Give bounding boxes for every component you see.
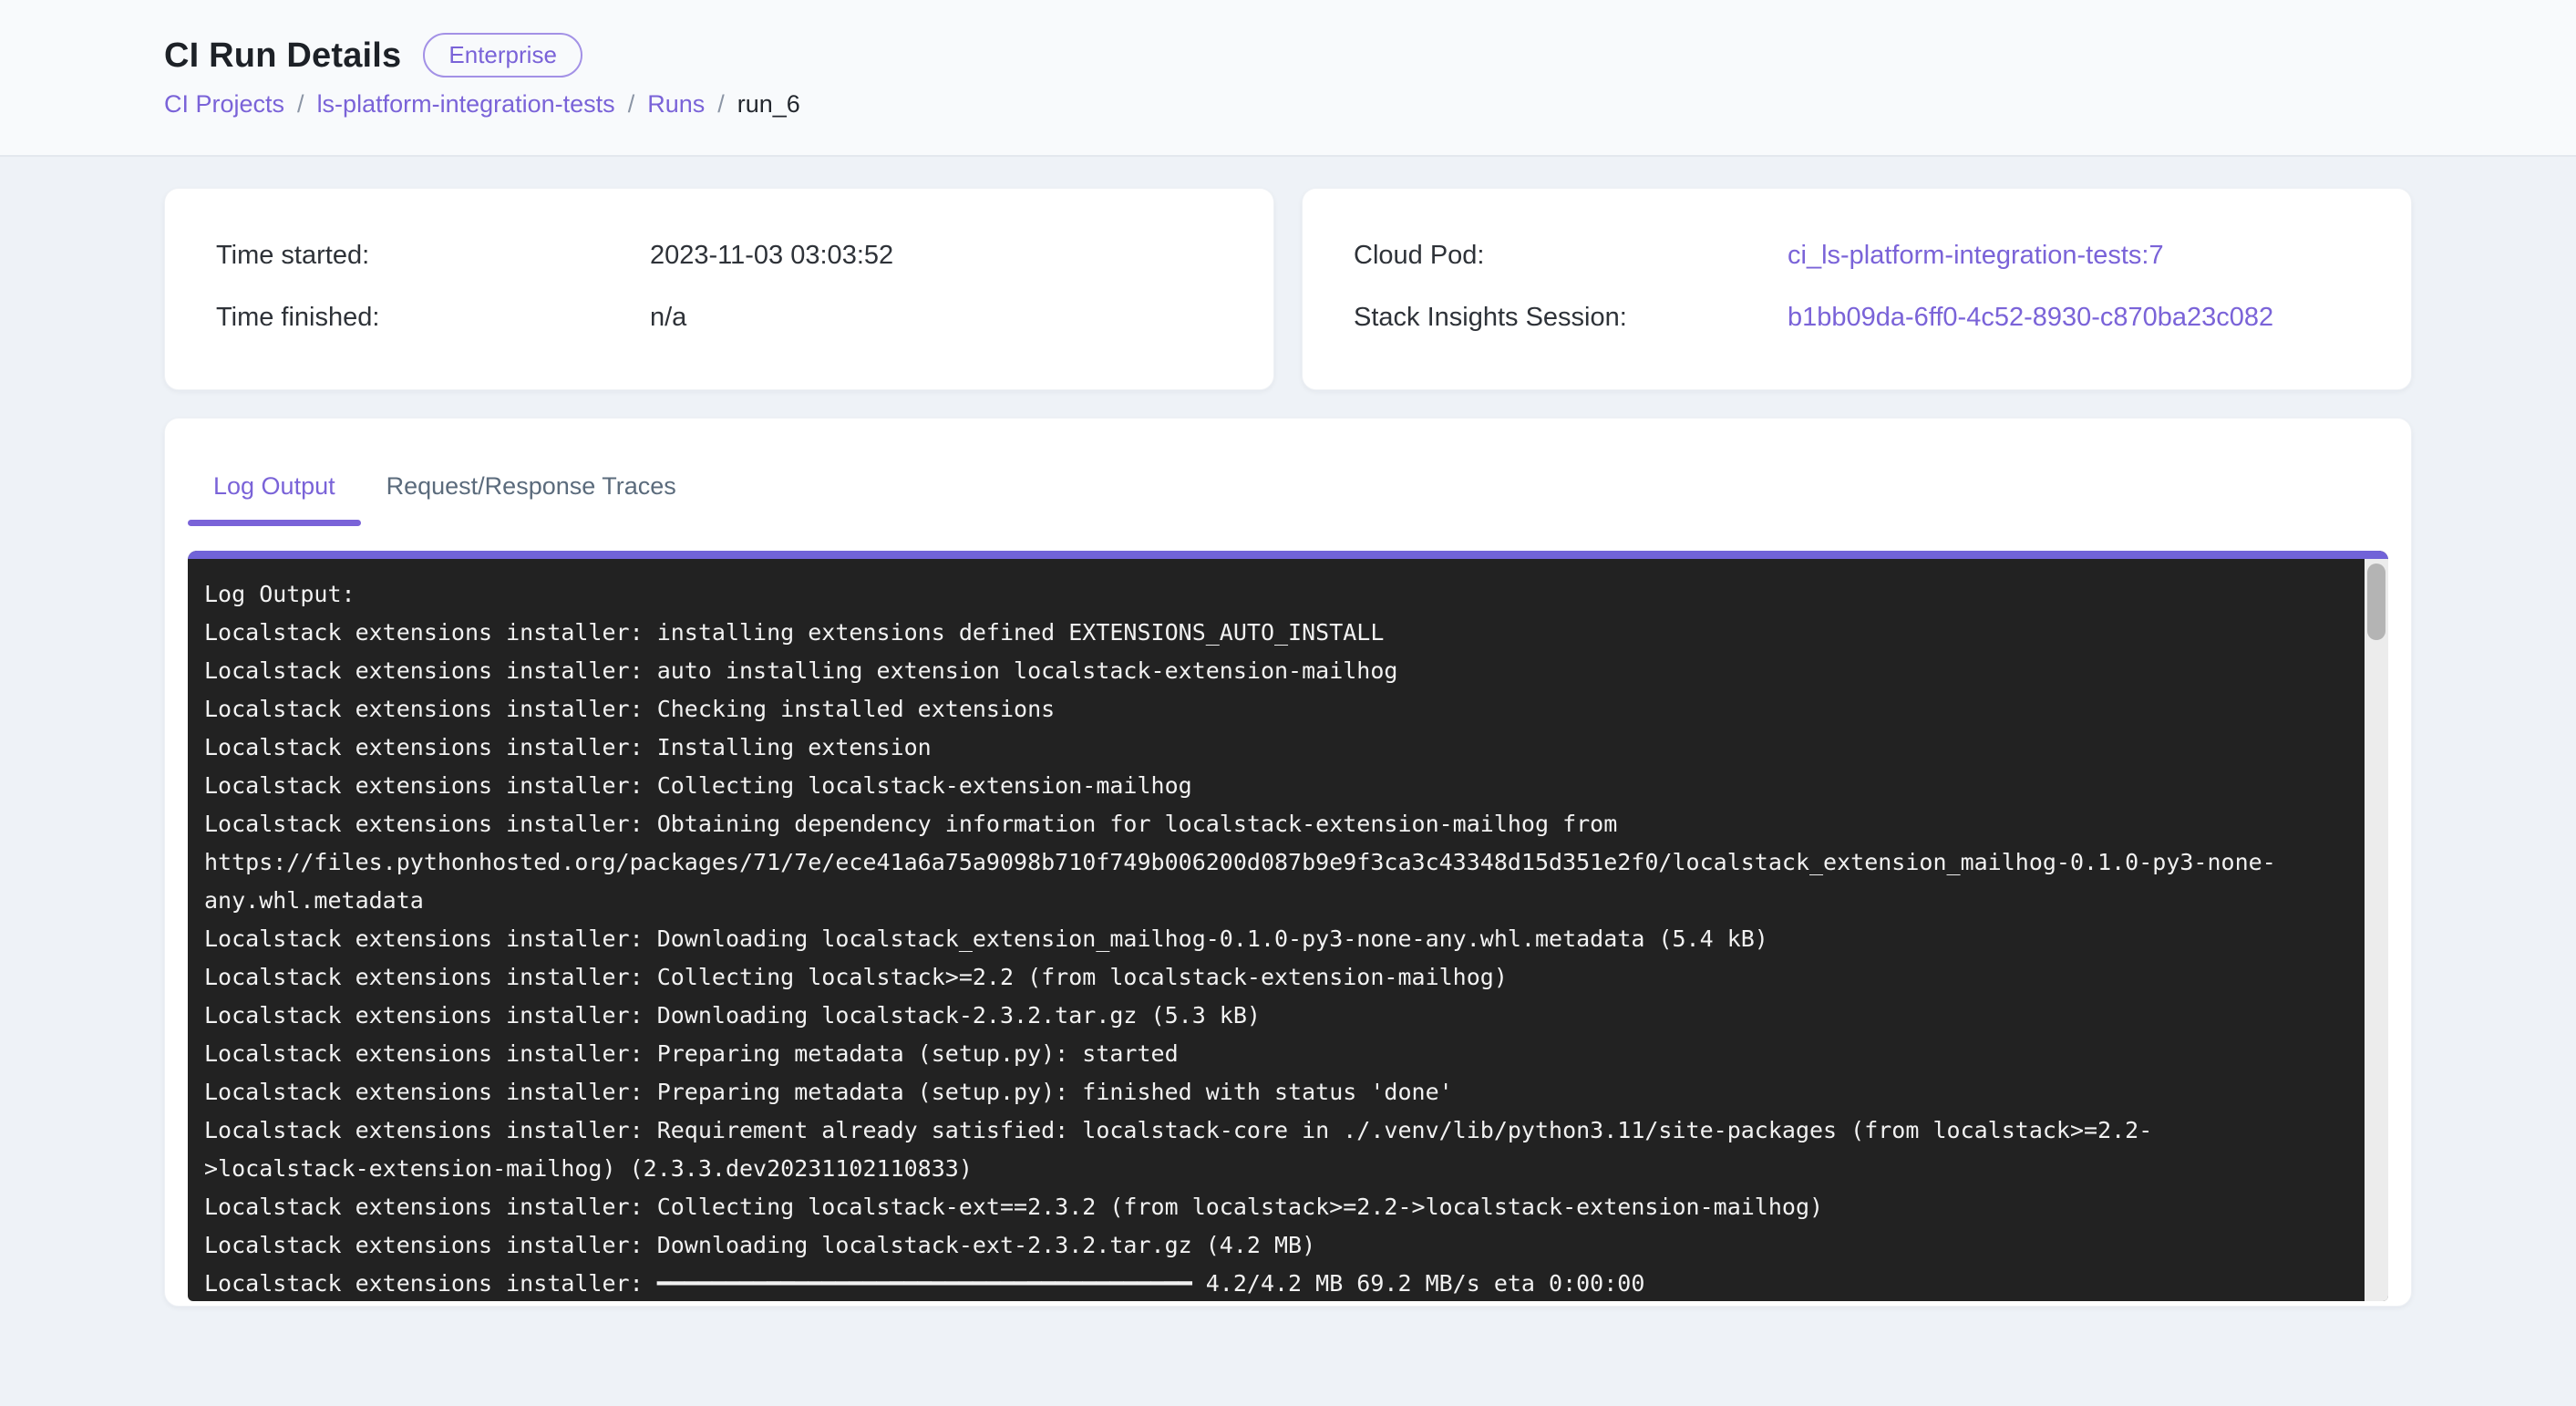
time-finished-row: Time finished: n/a xyxy=(216,298,1222,336)
page-header: CI Run Details Enterprise CI Projects / ls… xyxy=(0,0,2576,157)
run-links-card: Cloud Pod: ci_ls-platform-integration-te… xyxy=(1302,188,2412,390)
stack-insights-session-row: Stack Insights Session: b1bb09da-6ff0-4c… xyxy=(1354,298,2360,336)
title-row: CI Run Details Enterprise xyxy=(164,33,2412,78)
breadcrumb-current: run_6 xyxy=(737,88,800,119)
time-started-label: Time started: xyxy=(216,236,650,274)
breadcrumb-separator: / xyxy=(297,88,304,119)
time-started-value: 2023-11-03 03:03:52 xyxy=(650,236,1222,274)
tab-bar: Log Output Request/Response Traces xyxy=(188,419,2388,526)
time-finished-label: Time finished: xyxy=(216,298,650,336)
log-scrollbar-thumb[interactable] xyxy=(2367,563,2385,640)
stack-insights-session-label: Stack Insights Session: xyxy=(1354,298,1788,336)
breadcrumb-link[interactable]: CI Projects xyxy=(164,88,284,119)
tab-request-response-traces[interactable]: Request/Response Traces xyxy=(361,446,702,526)
terminal-top-accent-bar xyxy=(188,551,2388,559)
summary-cards-row: Time started: 2023-11-03 03:03:52 Time f… xyxy=(164,188,2412,390)
log-terminal: Log Output: Localstack extensions instal… xyxy=(188,551,2388,1301)
tab-log-output[interactable]: Log Output xyxy=(188,446,361,526)
run-output-card: Log Output Request/Response Traces Log O… xyxy=(164,418,2412,1307)
breadcrumb-link[interactable]: Runs xyxy=(647,88,705,119)
breadcrumb-separator: / xyxy=(717,88,725,119)
log-output-text[interactable]: Log Output: Localstack extensions instal… xyxy=(188,559,2388,1301)
log-scrollbar-track[interactable] xyxy=(2365,559,2388,1301)
run-links-rows: Cloud Pod: ci_ls-platform-integration-te… xyxy=(1354,236,2360,336)
stack-insights-session-link[interactable]: b1bb09da-6ff0-4c52-8930-c870ba23c082 xyxy=(1788,298,2360,336)
run-times-rows: Time started: 2023-11-03 03:03:52 Time f… xyxy=(216,236,1222,336)
enterprise-badge: Enterprise xyxy=(423,33,582,78)
time-finished-value: n/a xyxy=(650,298,1222,336)
cloud-pod-link[interactable]: ci_ls-platform-integration-tests:7 xyxy=(1788,236,2360,274)
breadcrumb-separator: / xyxy=(628,88,635,119)
cloud-pod-label: Cloud Pod: xyxy=(1354,236,1788,274)
breadcrumb-link[interactable]: ls-platform-integration-tests xyxy=(317,88,615,119)
cloud-pod-row: Cloud Pod: ci_ls-platform-integration-te… xyxy=(1354,236,2360,274)
breadcrumb: CI Projects / ls-platform-integration-test… xyxy=(164,88,2412,119)
time-started-row: Time started: 2023-11-03 03:03:52 xyxy=(216,236,1222,274)
page-title: CI Run Details xyxy=(164,36,401,76)
run-times-card: Time started: 2023-11-03 03:03:52 Time f… xyxy=(164,188,1274,390)
